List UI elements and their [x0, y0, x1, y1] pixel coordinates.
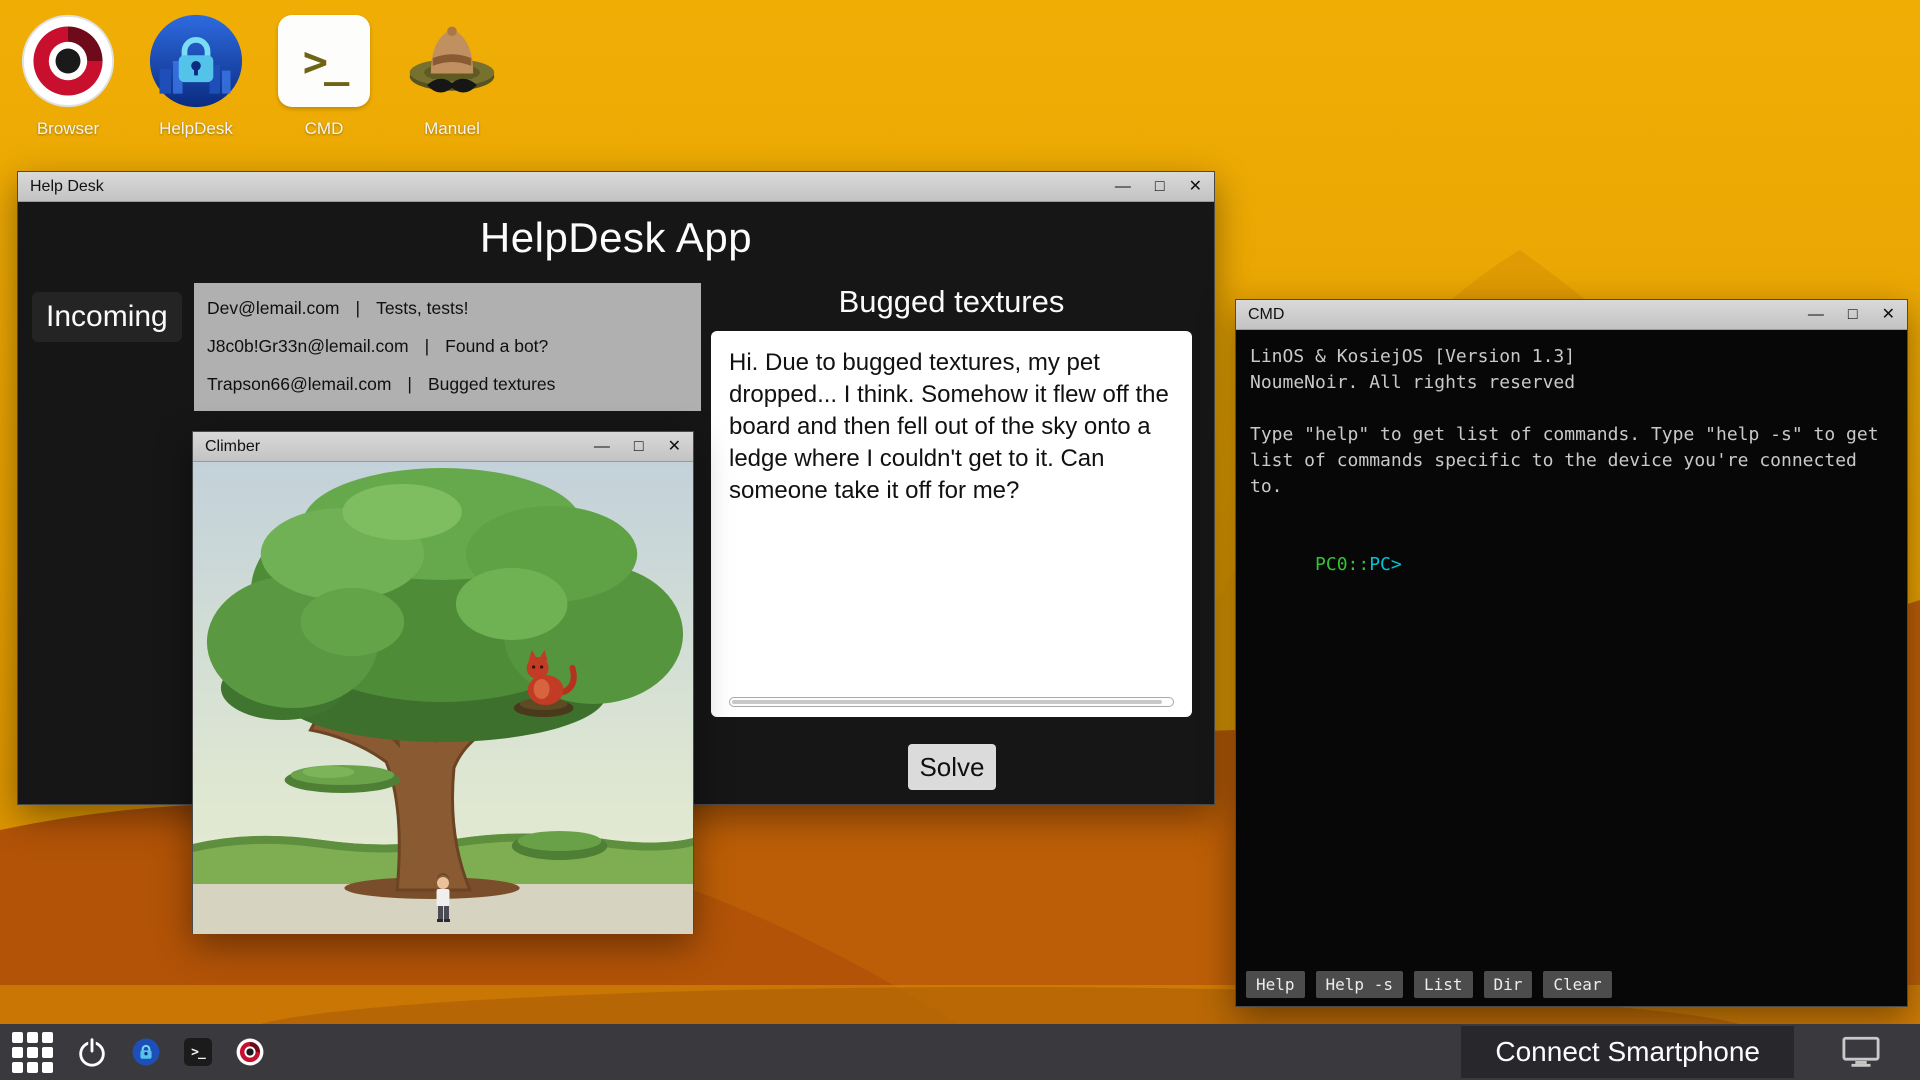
terminal-line: NoumeNoir. All rights reserved — [1250, 370, 1893, 396]
ticket-row[interactable]: Trapson66@lemail.com | Bugged textures — [194, 365, 701, 403]
window-controls: — □ ✕ — [1115, 179, 1202, 195]
scrollbar-thumb[interactable] — [732, 700, 1162, 704]
desktop-icon-label: Manuel — [424, 119, 480, 139]
ticket-email: J8c0b!Gr33n@lemail.com — [207, 336, 409, 357]
maximize-icon[interactable]: □ — [1155, 179, 1165, 195]
helpdesk-icon — [147, 12, 245, 110]
ticket-separator: | — [425, 336, 430, 357]
terminal-blank-line — [1250, 500, 1893, 526]
ticket-email: Dev@lemail.com — [207, 298, 340, 319]
terminal-prompt[interactable]: PC0::PC> — [1250, 526, 1893, 604]
desktop-icon-helpdesk[interactable]: HelpDesk — [146, 12, 246, 139]
terminal-help-text: Type "help" to get list of commands. Typ… — [1250, 422, 1893, 500]
browser-icon — [19, 12, 117, 110]
desktop-icon-label: HelpDesk — [159, 119, 233, 139]
grass-ledge-left — [285, 765, 401, 793]
ticket-list: Dev@lemail.com | Tests, tests! J8c0b!Gr3… — [194, 283, 701, 411]
taskbar-helpdesk-icon[interactable] — [131, 1037, 161, 1067]
window-controls: — □ ✕ — [1808, 307, 1895, 323]
ticket-row[interactable]: Dev@lemail.com | Tests, tests! — [194, 289, 701, 327]
minimize-icon[interactable]: — — [594, 439, 610, 455]
cmd-window: CMD — □ ✕ LinOS & KosiejOS [Version 1.3]… — [1235, 299, 1908, 1007]
desktop-icon-cmd[interactable]: >_ CMD — [274, 12, 374, 139]
desktop-icon-label: Browser — [37, 119, 99, 139]
climber-titlebar[interactable]: Climber — □ ✕ — [193, 432, 693, 462]
horizontal-scrollbar[interactable] — [729, 697, 1174, 707]
terminal-prompt-glyph: >_ — [303, 37, 346, 86]
ticket-row[interactable]: J8c0b!Gr33n@lemail.com | Found a bot? — [194, 327, 701, 365]
prompt-host: PC0:: — [1315, 554, 1369, 575]
terminal-line: LinOS & KosiejOS [Version 1.3] — [1250, 344, 1893, 370]
climber-game-scene[interactable] — [193, 462, 693, 934]
minimize-icon[interactable]: — — [1115, 179, 1131, 195]
taskbar-browser-icon[interactable] — [235, 1037, 265, 1067]
ticket-title: Bugged textures — [711, 284, 1192, 320]
cmd-icon: >_ — [275, 12, 373, 110]
window-title: CMD — [1248, 306, 1284, 324]
terminal-blank-line — [1250, 396, 1893, 422]
prompt-path: PC> — [1369, 554, 1402, 575]
taskbar-right: Connect Smartphone — [1461, 1026, 1880, 1078]
close-icon[interactable]: ✕ — [1189, 179, 1202, 195]
ticket-body-text: Hi. Due to bugged textures, my pet dropp… — [729, 349, 1169, 504]
ticket-subject: Tests, tests! — [376, 298, 468, 319]
cmd-clear-button[interactable]: Clear — [1543, 971, 1611, 998]
taskbar-left: >_ — [12, 1032, 265, 1073]
cmd-help-button[interactable]: Help — [1246, 971, 1305, 998]
maximize-icon[interactable]: □ — [634, 439, 644, 455]
desktop-icon-label: CMD — [305, 119, 344, 139]
incoming-label: Incoming — [32, 292, 182, 342]
desktop-icon-browser[interactable]: Browser — [18, 12, 118, 139]
close-icon[interactable]: ✕ — [668, 439, 681, 455]
cmd-titlebar[interactable]: CMD — □ ✕ — [1236, 300, 1907, 330]
helpdesk-titlebar[interactable]: Help Desk — □ ✕ — [18, 172, 1214, 202]
climber-window: Climber — □ ✕ — [192, 431, 694, 934]
terminal-prompt-glyph: >_ — [191, 1045, 205, 1060]
minimize-icon[interactable]: — — [1808, 307, 1824, 323]
cmd-help-s-button[interactable]: Help -s — [1316, 971, 1403, 998]
ticket-separator: | — [356, 298, 361, 319]
cmd-dir-button[interactable]: Dir — [1484, 971, 1533, 998]
solve-button[interactable]: Solve — [908, 744, 996, 790]
ticket-body-panel: Hi. Due to bugged textures, my pet dropp… — [711, 331, 1192, 717]
window-title: Climber — [205, 438, 260, 456]
desktop-icon-row: Browser HelpDesk — [18, 12, 502, 139]
monitor-icon[interactable] — [1842, 1036, 1880, 1069]
ticket-subject: Bugged textures — [428, 374, 555, 395]
app-title: HelpDesk App — [18, 214, 1214, 262]
taskbar: >_ Connect Smartphone — [0, 1024, 1920, 1080]
terminal-output[interactable]: LinOS & KosiejOS [Version 1.3] NoumeNoir… — [1236, 330, 1907, 1006]
grass-ledge-right — [512, 831, 608, 860]
power-icon[interactable] — [75, 1035, 109, 1069]
taskbar-cmd-icon[interactable]: >_ — [183, 1037, 213, 1067]
connect-smartphone-button[interactable]: Connect Smartphone — [1461, 1026, 1794, 1078]
maximize-icon[interactable]: □ — [1848, 307, 1858, 323]
sombrero-icon — [403, 12, 501, 110]
cmd-quick-buttons: Help Help -s List Dir Clear — [1246, 971, 1612, 998]
ticket-subject: Found a bot? — [445, 336, 548, 357]
window-title: Help Desk — [30, 178, 104, 196]
ticket-email: Trapson66@lemail.com — [207, 374, 391, 395]
cmd-list-button[interactable]: List — [1414, 971, 1473, 998]
app-menu-icon[interactable] — [12, 1032, 53, 1073]
desktop-icon-manuel[interactable]: Manuel — [402, 12, 502, 139]
ticket-separator: | — [407, 374, 412, 395]
window-controls: — □ ✕ — [594, 439, 681, 455]
close-icon[interactable]: ✕ — [1882, 307, 1895, 323]
